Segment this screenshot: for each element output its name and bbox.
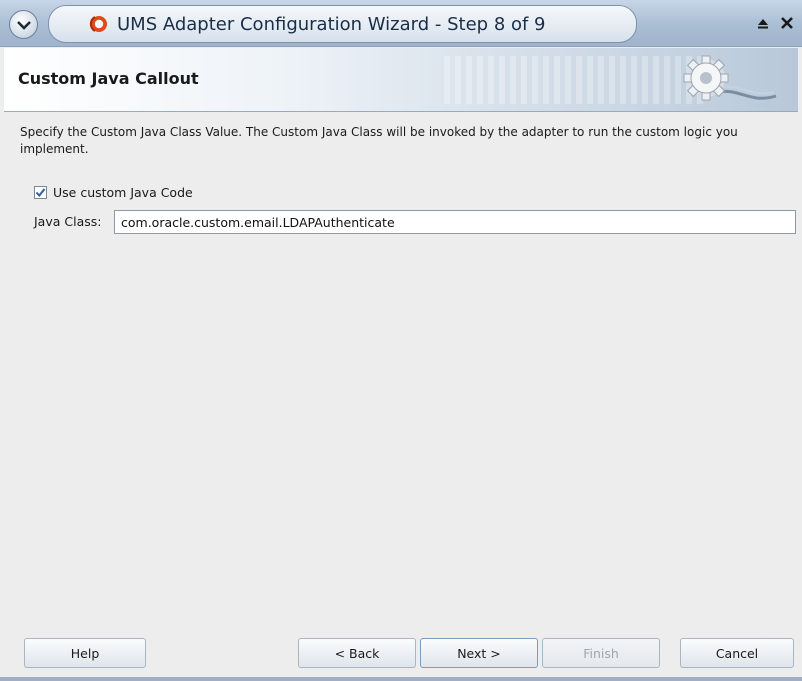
title-pill: UMS Adapter Configuration Wizard - Step …	[48, 5, 637, 43]
java-class-label: Java Class:	[34, 214, 102, 229]
chevron-down-icon	[16, 20, 31, 30]
help-button[interactable]: Help	[24, 638, 146, 668]
back-button[interactable]: < Back	[298, 638, 416, 668]
wizard-footer: Help < Back Next > Finish Cancel	[4, 616, 798, 681]
banner-watermark	[444, 56, 704, 104]
wizard-window: UMS Adapter Configuration Wizard - Step …	[0, 0, 802, 681]
gear-plug-icon	[670, 52, 780, 111]
window-title: UMS Adapter Configuration Wizard - Step …	[117, 13, 546, 35]
title-bar: UMS Adapter Configuration Wizard - Step …	[0, 0, 802, 47]
oracle-logo-icon	[89, 14, 109, 34]
close-button[interactable]	[778, 14, 796, 32]
java-class-input[interactable]	[114, 210, 796, 234]
window-menu-button[interactable]	[9, 10, 38, 39]
wizard-header-banner: Custom Java Callout	[4, 48, 798, 112]
close-icon	[780, 16, 794, 30]
wizard-content: Specify the Custom Java Class Value. The…	[4, 112, 798, 615]
window-bottom-border	[0, 677, 802, 681]
cancel-button[interactable]: Cancel	[680, 638, 794, 668]
use-custom-java-checkbox[interactable]	[34, 186, 47, 199]
step-description: Specify the Custom Java Class Value. The…	[20, 125, 738, 156]
checkmark-icon	[35, 187, 46, 198]
finish-button: Finish	[542, 638, 660, 668]
use-custom-java-label[interactable]: Use custom Java Code	[53, 185, 193, 200]
next-button[interactable]: Next >	[420, 638, 538, 668]
maximize-button[interactable]	[754, 14, 772, 32]
page-title: Custom Java Callout	[18, 69, 199, 88]
use-custom-java-row[interactable]: Use custom Java Code	[34, 185, 193, 200]
maximize-icon	[756, 16, 770, 30]
